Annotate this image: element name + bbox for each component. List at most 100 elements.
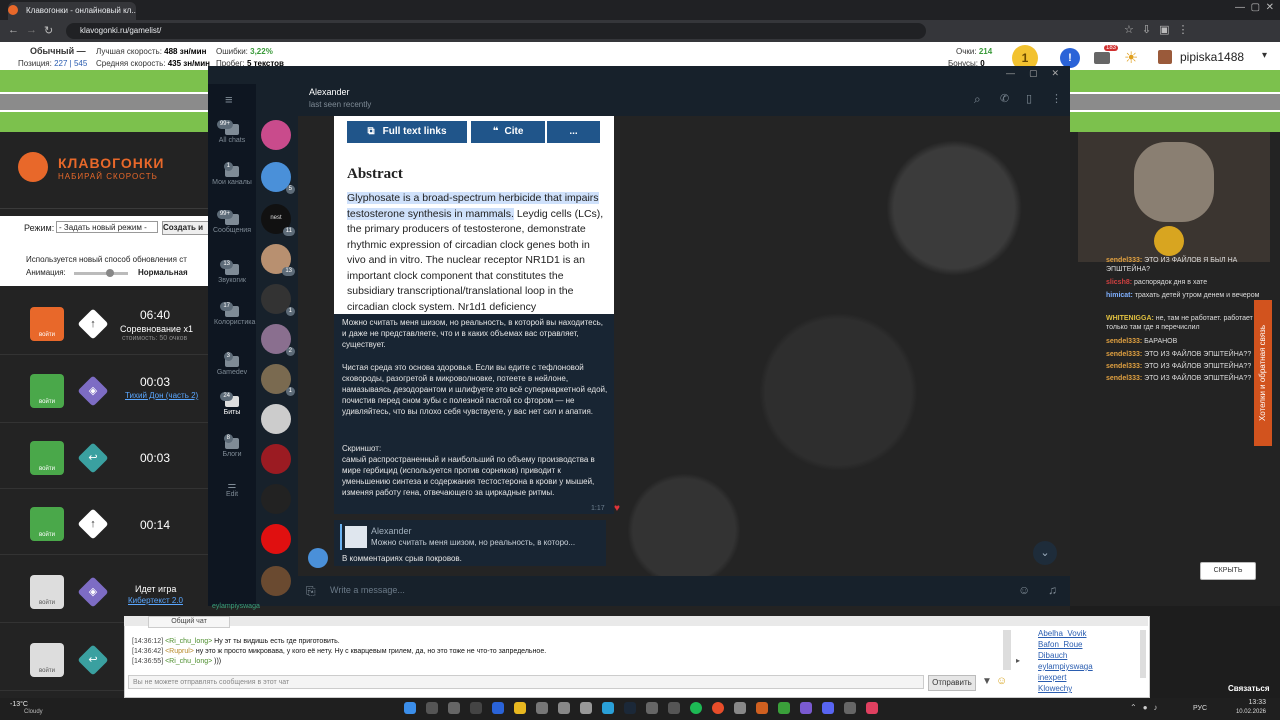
heart-reaction-icon[interactable]: ♥ (614, 503, 620, 514)
folder-coloring[interactable]: 17 Колористика (208, 302, 256, 326)
discord-icon[interactable] (822, 702, 834, 714)
app-icon[interactable] (734, 702, 746, 714)
below-user[interactable]: eylampiyswaga (212, 603, 260, 610)
userlist-scrollbar[interactable] (1140, 630, 1146, 678)
chat-avatar[interactable]: 2 (261, 324, 295, 356)
join-button[interactable]: войти (30, 643, 64, 677)
clock-time[interactable]: 13:33 (1226, 699, 1266, 706)
search-icon[interactable] (426, 702, 438, 714)
app-icon[interactable] (866, 702, 878, 714)
forward-icon[interactable]: → (26, 24, 37, 36)
emoji-icon[interactable]: ☺ (1018, 583, 1030, 597)
url-field[interactable]: klavogonki.ru/gamelist/ (66, 23, 926, 39)
contact-link[interactable]: Связаться (1228, 684, 1270, 693)
telegram-window-controls[interactable]: —▢✕ (1006, 68, 1073, 79)
tab-general-chat[interactable]: Общий чат (148, 616, 230, 628)
collapse-userlist-icon[interactable]: ▸ (1016, 656, 1020, 665)
send-button[interactable]: Отправить (928, 675, 976, 691)
app-icon[interactable] (844, 702, 856, 714)
user-list-item[interactable]: eylampiyswaga (1038, 662, 1093, 671)
chat-avatar[interactable]: 1 (261, 284, 295, 316)
avatar[interactable] (1158, 50, 1172, 64)
chat-avatar[interactable] (261, 404, 291, 434)
task-view-icon[interactable] (448, 702, 460, 714)
chat-avatar[interactable]: 5 (261, 162, 295, 194)
folder-icon[interactable] (514, 702, 526, 714)
user-list-item[interactable]: Klowechy (1038, 684, 1072, 694)
animation-slider[interactable] (74, 269, 128, 277)
folder-blogs[interactable]: 8 Блоги (208, 434, 256, 458)
contact-name[interactable]: Alexander (309, 87, 350, 97)
phone-icon[interactable]: ✆ (1000, 92, 1009, 105)
mail-icon[interactable] (1094, 52, 1110, 64)
create-button[interactable]: Создать и (162, 221, 210, 235)
join-button[interactable]: войти (30, 374, 64, 408)
folder-beats[interactable]: 24 Биты (208, 392, 256, 416)
chat-avatar[interactable] (261, 444, 291, 474)
folder-gamedev[interactable]: 3 Gamedev (208, 352, 256, 376)
menu-icon[interactable]: ≡ (225, 92, 233, 107)
article-screenshot[interactable]: ⧉ Full text links ❝ Cite ... Abstract Glyp… (334, 116, 614, 314)
window-controls[interactable]: — ▢ ✕ (1190, 2, 1280, 18)
mode-select[interactable]: - Задать новый режим - (56, 221, 158, 233)
app-icon[interactable] (536, 702, 548, 714)
reload-icon[interactable]: ↻ (44, 24, 53, 37)
more-icon[interactable]: ⋮ (1051, 92, 1062, 105)
app-icon[interactable] (778, 702, 790, 714)
message-input[interactable]: Write a message... (330, 580, 990, 600)
chat-avatar[interactable]: 1 (261, 364, 295, 396)
app-icon[interactable] (756, 702, 768, 714)
app-icon[interactable] (668, 702, 680, 714)
join-button[interactable]: войти (30, 575, 64, 609)
alert-icon[interactable]: ! (1060, 48, 1080, 68)
username[interactable]: pipiska1488 (1180, 50, 1244, 64)
position-link[interactable]: 227 | 545 (54, 59, 87, 68)
folder-edit[interactable]: ⚌ Edit (208, 480, 256, 498)
chat-avatar[interactable]: nest 11 (261, 204, 295, 236)
filter-icon[interactable]: ▼ (982, 676, 992, 687)
windows-start-icon[interactable] (404, 702, 416, 714)
app-icon[interactable] (558, 702, 570, 714)
folder-all-chats[interactable]: 99+ All chats (208, 120, 256, 144)
app-icon[interactable] (800, 702, 812, 714)
app-icon[interactable] (580, 702, 592, 714)
app-icon[interactable] (470, 702, 482, 714)
sidebar-toggle-icon[interactable]: ▯ (1026, 92, 1032, 105)
chat-avatar[interactable] (261, 120, 291, 150)
join-button[interactable]: войти (30, 507, 64, 541)
browser-tab[interactable]: Клавогонки - онлайновый кл... (8, 2, 136, 20)
microphone-icon[interactable]: ♫ (1048, 583, 1057, 597)
back-icon[interactable]: ← (8, 24, 19, 36)
folder-messages[interactable]: 99+ Сообщения (208, 210, 256, 234)
user-list-item[interactable]: inexpert (1038, 673, 1066, 682)
tray-icons[interactable]: ⌃●♪ (1130, 703, 1164, 712)
app-icon[interactable] (646, 702, 658, 714)
chat-avatar[interactable] (261, 566, 291, 596)
chat-input[interactable]: Вы не можете отправлять сообщения в этот… (128, 675, 924, 689)
steam-icon[interactable] (624, 702, 636, 714)
join-button[interactable]: войти (30, 441, 64, 475)
game-link[interactable]: Кибертекст 2.0 (128, 596, 183, 605)
language-indicator[interactable]: РУС (1193, 705, 1207, 712)
app-icon[interactable] (492, 702, 504, 714)
hide-button[interactable]: СКРЫТЬ (1200, 562, 1256, 580)
search-icon[interactable]: ⌕ (974, 92, 981, 107)
user-list-item[interactable]: Abelha_Vovik (1038, 629, 1086, 638)
attach-icon[interactable]: ⎘ (306, 584, 316, 599)
join-button[interactable]: войти (30, 307, 64, 341)
telegram-icon[interactable] (602, 702, 614, 714)
game-link[interactable]: Тихий Дон (часть 2) (125, 391, 198, 400)
chat-avatar[interactable] (261, 484, 291, 514)
chat-avatar[interactable]: 13 (261, 244, 295, 276)
browser-toolbar-icons[interactable]: ☆⇩▣⋮ (1124, 23, 1196, 36)
folder-sound[interactable]: 13 Звукогик (208, 260, 256, 284)
dropdown-icon[interactable]: ▾ (1262, 50, 1267, 61)
spotify-icon[interactable] (690, 702, 702, 714)
user-list-item[interactable]: Dibauch (1038, 651, 1067, 660)
weather-temp[interactable]: -13°C (10, 701, 28, 708)
folder-my-channels[interactable]: 1 Мои каналы (208, 162, 256, 186)
sender-avatar[interactable] (308, 548, 328, 568)
chat-scrollbar[interactable] (1003, 630, 1011, 670)
chat-avatar[interactable] (261, 524, 291, 554)
scroll-down-icon[interactable]: ⌄ (1033, 541, 1057, 565)
